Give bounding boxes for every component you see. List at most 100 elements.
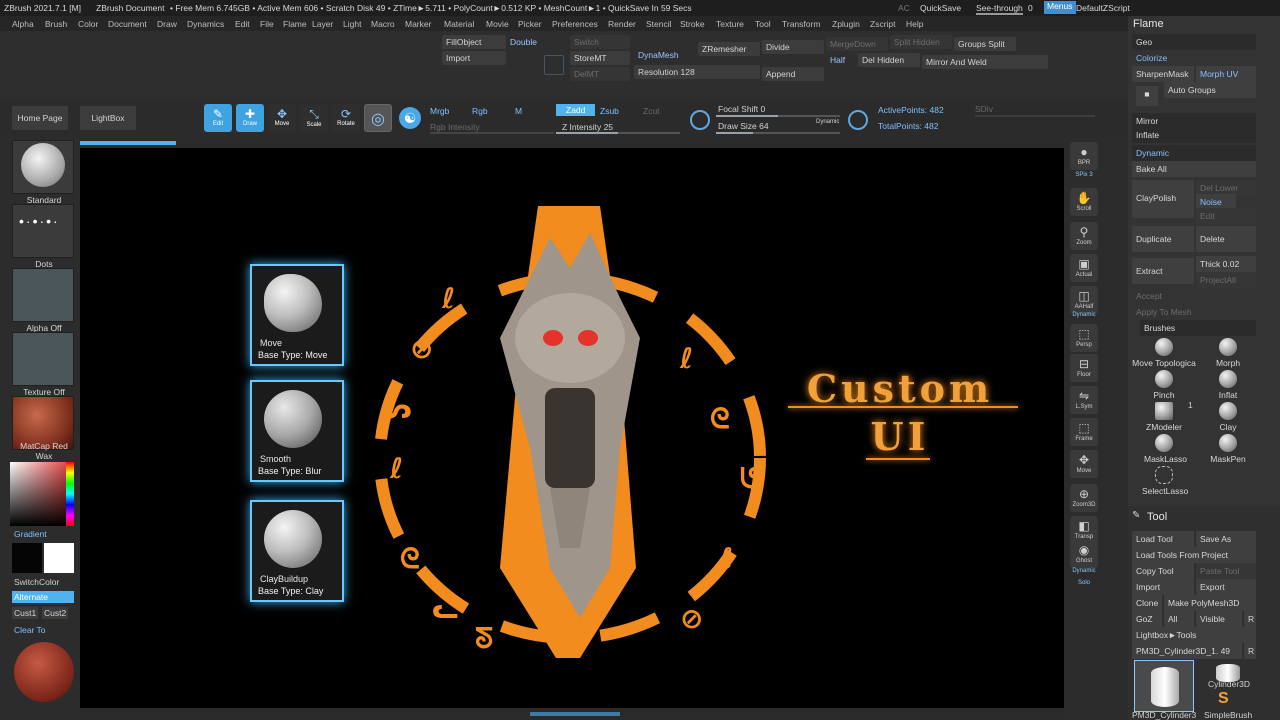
divide-button[interactable]: Divide: [762, 40, 824, 54]
import-button[interactable]: Import: [1132, 579, 1194, 595]
switch-button[interactable]: Switch: [570, 35, 630, 49]
apply-to-mesh-button[interactable]: Apply To Mesh: [1132, 304, 1256, 320]
menu-help[interactable]: Help: [906, 19, 923, 29]
colorize-button[interactable]: Colorize: [1132, 50, 1256, 66]
delmt-button[interactable]: DelMT: [570, 67, 630, 81]
paste-tool-button[interactable]: Paste Tool: [1196, 563, 1256, 579]
sdiv-track[interactable]: [975, 115, 1095, 117]
brush-zmodeler[interactable]: ZModeler: [1144, 402, 1184, 432]
menu-movie[interactable]: Movie: [486, 19, 509, 29]
stroke-selector[interactable]: •·•·•· Dots: [12, 204, 74, 269]
menu-picker[interactable]: Picker: [518, 19, 542, 29]
menu-document[interactable]: Document: [108, 19, 147, 29]
z-intensity-slider[interactable]: Z Intensity 25: [562, 122, 613, 132]
rshelf-spix-3-1[interactable]: SPix 3: [1070, 172, 1098, 184]
zcut-toggle[interactable]: Zcut: [643, 106, 660, 116]
brush-card-move[interactable]: Move Base Type: Move: [250, 264, 344, 366]
rshelf-dynamic-6[interactable]: Dynamic: [1070, 312, 1098, 324]
projectall-button[interactable]: ProjectAll: [1196, 272, 1256, 288]
half-button[interactable]: Half: [826, 53, 849, 67]
lightbox-tools-button[interactable]: Lightbox►Tools: [1132, 627, 1256, 643]
focal-shift-track[interactable]: [716, 115, 840, 117]
square-icon[interactable]: ■: [1136, 86, 1158, 106]
mrgb-toggle[interactable]: Mrgb: [430, 106, 449, 116]
seethrough-slider[interactable]: See-through: [976, 3, 1023, 15]
current-tool-slider[interactable]: PM3D_Cylinder3D_1. 49: [1132, 643, 1242, 659]
homepage-button[interactable]: Home Page: [12, 106, 68, 130]
mirrorweld-button[interactable]: Mirror And Weld: [922, 55, 1048, 69]
draw-size-track[interactable]: [716, 132, 840, 134]
brush-pinch[interactable]: Pinch: [1144, 370, 1184, 400]
rshelf-actual-4[interactable]: ▣ Actual: [1070, 254, 1098, 282]
canvas[interactable]: ℓ ⊘ ᔕ ℓ ᘓ ᓚ ℓ ᘓ ᘎ ℓ ⊘ ᘕ Custom UI: [80, 148, 1064, 708]
load-tools-project-button[interactable]: Load Tools From Project: [1132, 547, 1256, 563]
brushes-subpalette[interactable]: Brushes: [1140, 320, 1256, 336]
bottom-scrollbar[interactable]: [530, 712, 620, 716]
brush-move-topological[interactable]: Move Topologica: [1132, 338, 1196, 368]
dynamic-drawsize-toggle[interactable]: Dynamic: [816, 119, 839, 125]
main-color-swatch[interactable]: [44, 543, 74, 573]
cust1-button[interactable]: Cust1: [12, 607, 39, 619]
cylinder-thumbnail[interactable]: [1134, 660, 1194, 712]
move-button[interactable]: ✥ Move: [268, 104, 296, 132]
clearto-button[interactable]: Clear To: [14, 625, 46, 635]
load-tool-button[interactable]: Load Tool: [1132, 531, 1194, 547]
draw-button[interactable]: ✚ Draw: [236, 104, 264, 132]
dynamic-button[interactable]: Dynamic: [1132, 145, 1256, 161]
simplebrush-label[interactable]: SimpleBrush: [1204, 710, 1252, 720]
menu-alpha[interactable]: Alpha: [12, 19, 34, 29]
menu-zplugin[interactable]: Zplugin: [832, 19, 860, 29]
sdiv-slider[interactable]: SDiv: [975, 104, 993, 114]
menu-texture[interactable]: Texture: [716, 19, 744, 29]
extract-button[interactable]: Extract: [1132, 258, 1194, 284]
brush-inflat[interactable]: Inflat: [1208, 370, 1248, 400]
menu-file[interactable]: File: [260, 19, 274, 29]
menu-render[interactable]: Render: [608, 19, 636, 29]
rgb-intensity-slider[interactable]: Rgb Intensity: [430, 122, 480, 132]
menu-material[interactable]: Material: [444, 19, 474, 29]
rshelf-l-sym-9[interactable]: ⇋ L.Sym: [1070, 386, 1098, 414]
autogroups-button[interactable]: Auto Groups: [1164, 82, 1256, 98]
rshelf-zoom-3[interactable]: ⚲ Zoom: [1070, 222, 1098, 250]
visible-button[interactable]: Visible: [1196, 611, 1242, 627]
double-button[interactable]: Double: [506, 35, 541, 49]
menu-stencil[interactable]: Stencil: [646, 19, 672, 29]
menu-dynamics[interactable]: Dynamics: [187, 19, 224, 29]
bakeall-button[interactable]: Bake All: [1132, 161, 1256, 177]
menu-light[interactable]: Light: [343, 19, 361, 29]
brush-selectlasso[interactable]: SelectLasso: [1142, 466, 1188, 496]
r-button[interactable]: R: [1244, 611, 1256, 627]
clone-button[interactable]: Clone: [1132, 595, 1162, 611]
geo-item[interactable]: Geo: [1132, 34, 1256, 50]
mergedown-button[interactable]: MergeDown: [826, 37, 888, 51]
menu-draw[interactable]: Draw: [157, 19, 177, 29]
m-toggle[interactable]: M: [515, 106, 522, 116]
menu-preferences[interactable]: Preferences: [552, 19, 598, 29]
rshelf-dynamic-15[interactable]: Dynamic: [1070, 568, 1098, 580]
rshelf-bpr-0[interactable]: ● BPR: [1070, 142, 1098, 170]
rshelf-frame-10[interactable]: ⬚ Frame: [1070, 418, 1098, 446]
sharpenmask-button[interactable]: SharpenMask: [1132, 66, 1194, 82]
zadd-toggle[interactable]: Zadd: [556, 104, 596, 116]
fillobject-button[interactable]: FillObject: [442, 35, 506, 49]
all-button[interactable]: All: [1164, 611, 1194, 627]
rshelf-move-11[interactable]: ✥ Move: [1070, 450, 1098, 478]
edit-button[interactable]: ✎ Edit: [204, 104, 232, 132]
menu-transform[interactable]: Transform: [782, 19, 820, 29]
edit-button[interactable]: Edit: [1196, 208, 1256, 224]
alpha-selector[interactable]: Alpha Off: [12, 268, 74, 333]
rgb-toggle[interactable]: Rgb: [472, 106, 488, 116]
lightbox-button[interactable]: LightBox: [80, 106, 136, 130]
export-button[interactable]: Export: [1196, 579, 1256, 595]
delhidden-button[interactable]: Del Hidden: [858, 53, 920, 67]
texture-selector[interactable]: Texture Off: [12, 332, 74, 397]
color-picker[interactable]: [10, 462, 74, 526]
menu-layer[interactable]: Layer: [312, 19, 333, 29]
duplicate-button[interactable]: Duplicate: [1132, 226, 1194, 252]
menu-macro[interactable]: Macro: [371, 19, 395, 29]
delete-button[interactable]: Delete: [1196, 226, 1256, 252]
r2-button[interactable]: R: [1244, 643, 1256, 659]
brush-clay[interactable]: Clay: [1208, 402, 1248, 432]
make-polymesh-button[interactable]: Make PolyMesh3D: [1164, 595, 1256, 611]
switchcolor-button[interactable]: SwitchColor: [14, 577, 59, 587]
